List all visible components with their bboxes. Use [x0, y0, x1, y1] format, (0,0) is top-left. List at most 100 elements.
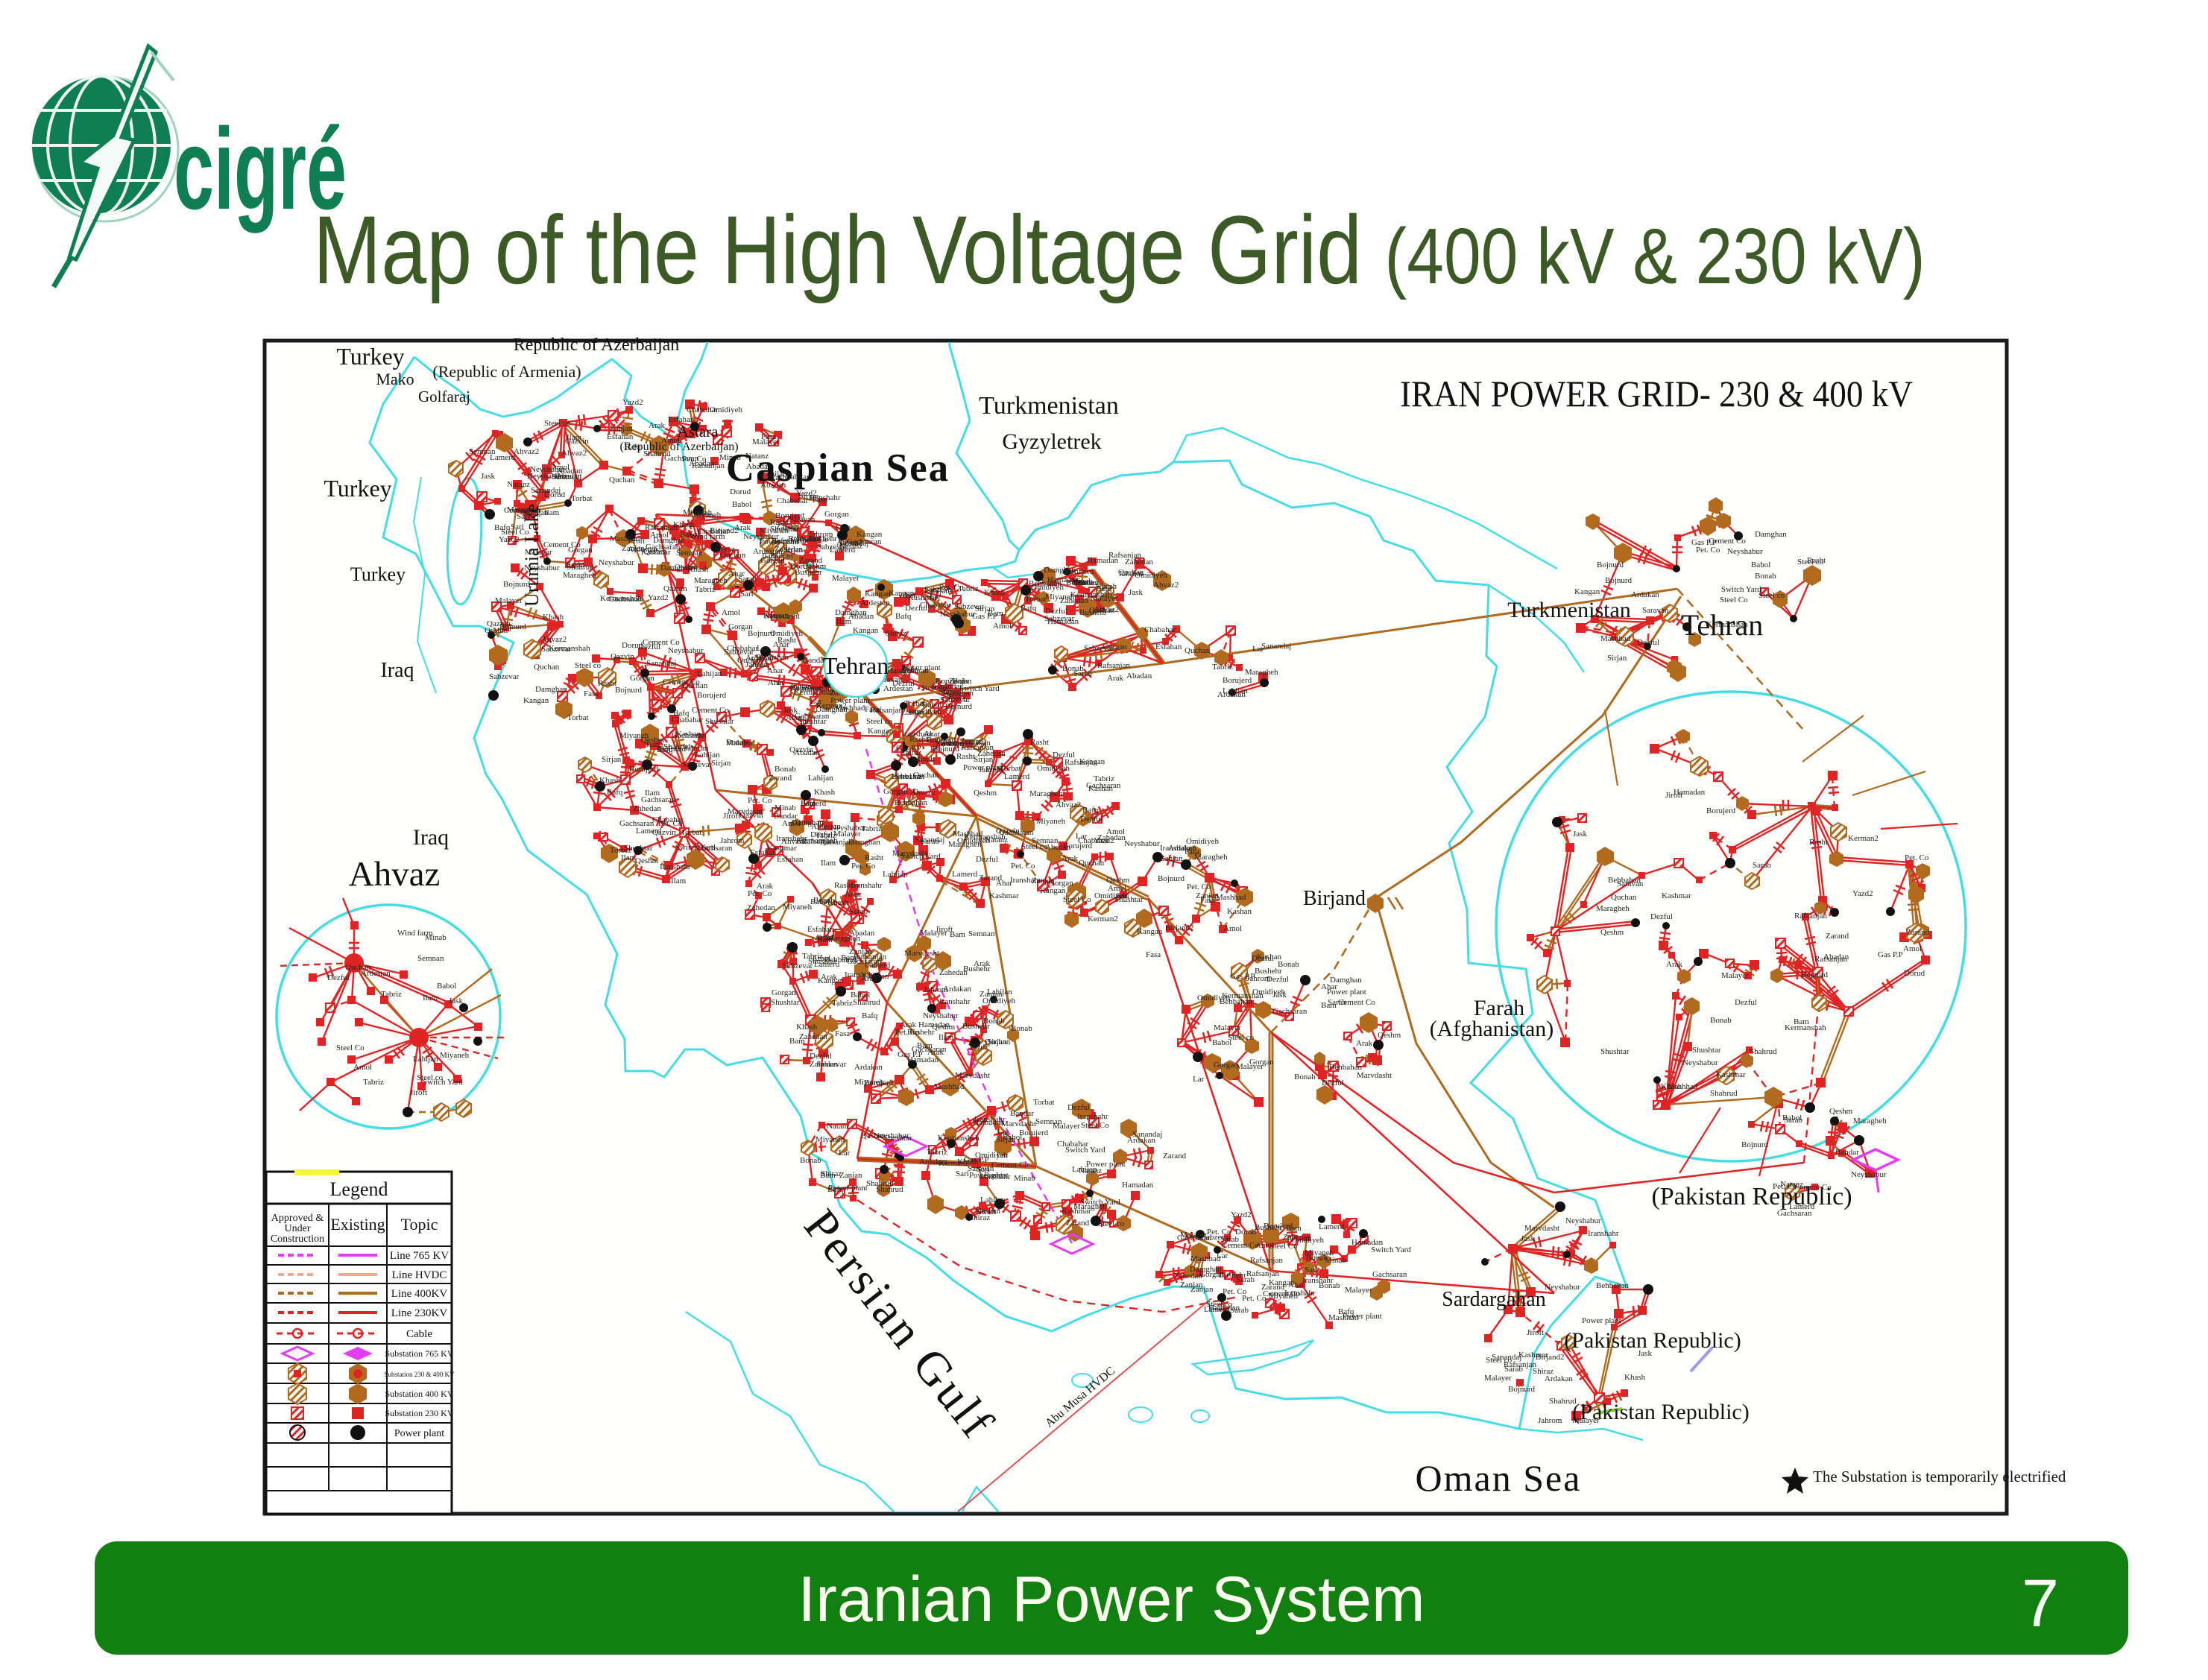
- svg-text:Bojnurd: Bojnurd: [499, 622, 527, 631]
- svg-text:Gachsaran: Gachsaran: [646, 543, 681, 552]
- svg-text:Pet. Co: Pet. Co: [1011, 862, 1035, 871]
- svg-text:Semnan: Semnan: [968, 929, 995, 938]
- svg-text:Ardakan: Ardakan: [919, 1158, 947, 1166]
- svg-text:Kashan: Kashan: [1088, 784, 1113, 793]
- svg-text:Quchan: Quchan: [609, 476, 635, 484]
- svg-text:Neyshabur: Neyshabur: [1727, 547, 1763, 556]
- svg-text:Borujerd: Borujerd: [1264, 1222, 1293, 1231]
- svg-text:Bonab: Bonab: [1011, 1024, 1032, 1033]
- svg-text:Behbahan: Behbahan: [1596, 1281, 1629, 1290]
- svg-text:Khash: Khash: [827, 898, 849, 907]
- svg-text:Caspian Sea: Caspian Sea: [726, 446, 950, 490]
- svg-text:Babol: Babol: [1212, 1038, 1231, 1047]
- svg-text:Ilam: Ilam: [423, 994, 438, 1002]
- svg-text:Fasa: Fasa: [1146, 950, 1161, 959]
- svg-text:Gorgan: Gorgan: [630, 674, 654, 683]
- svg-text:Pet. Co: Pet. Co: [1187, 882, 1211, 891]
- svg-text:Shushtar: Shushtar: [1692, 1046, 1721, 1055]
- svg-text:Ilam: Ilam: [621, 853, 637, 862]
- svg-text:Kashan: Kashan: [976, 1207, 1000, 1216]
- svg-text:Sardargahan: Sardargahan: [1442, 1288, 1545, 1311]
- svg-text:Bafq: Bafq: [607, 788, 623, 797]
- svg-text:Qeshm: Qeshm: [1829, 1107, 1853, 1116]
- svg-text:Sabzevar: Sabzevar: [783, 961, 813, 970]
- svg-text:Arak: Arak: [821, 973, 837, 982]
- svg-text:Gorgan: Gorgan: [568, 546, 593, 555]
- svg-text:Bojnurd: Bojnurd: [615, 686, 643, 695]
- svg-text:Jahrom: Jahrom: [1073, 578, 1097, 587]
- svg-text:Dezful: Dezful: [1735, 998, 1757, 1007]
- svg-text:Steel Co: Steel Co: [1081, 1121, 1109, 1130]
- svg-text:Abadan: Abadan: [1823, 953, 1849, 961]
- svg-text:(Pakistan Republic): (Pakistan Republic): [1564, 1328, 1741, 1353]
- svg-text:Natanz: Natanz: [985, 836, 1008, 844]
- svg-text:Gachsaran: Gachsaran: [608, 595, 643, 604]
- svg-text:Zanjan: Zanjan: [901, 708, 924, 717]
- svg-text:Minab: Minab: [425, 933, 447, 942]
- svg-text:Sari: Sari: [740, 590, 754, 599]
- svg-text:Amol: Amol: [722, 608, 740, 617]
- svg-text:Jask: Jask: [481, 472, 495, 481]
- svg-text:Kangan: Kangan: [763, 611, 789, 620]
- svg-text:Jahrom: Jahrom: [720, 836, 745, 845]
- svg-text:Arak: Arak: [649, 421, 665, 430]
- svg-text:Malayer: Malayer: [1214, 1023, 1241, 1032]
- svg-text:Ahar: Ahar: [924, 730, 940, 739]
- svg-text:Cement Co: Cement Co: [643, 638, 680, 647]
- svg-text:Astara: Astara: [678, 423, 719, 440]
- svg-text:Marvdasht: Marvdasht: [1524, 1224, 1559, 1233]
- svg-text:Pet. Co: Pet. Co: [851, 862, 876, 871]
- svg-text:Yazd2: Yazd2: [648, 593, 669, 602]
- svg-text:Gas P.P: Gas P.P: [972, 612, 997, 621]
- svg-text:Abadan: Abadan: [1126, 672, 1152, 680]
- svg-text:Semnan: Semnan: [417, 954, 444, 963]
- svg-text:Gas P.P: Gas P.P: [1878, 950, 1903, 959]
- svg-text:Kangan: Kangan: [1040, 886, 1066, 895]
- svg-text:IRAN POWER GRID- 230 & 400 kV: IRAN POWER GRID- 230 & 400 kV: [1400, 373, 1913, 414]
- svg-text:Lamerd: Lamerd: [1004, 772, 1030, 781]
- svg-text:Chabahar: Chabahar: [687, 405, 718, 414]
- svg-text:Sanandaj: Sanandaj: [1261, 642, 1291, 651]
- svg-text:Dezful: Dezful: [1067, 1103, 1090, 1112]
- svg-text:Neyshabur: Neyshabur: [1124, 839, 1160, 848]
- svg-text:Babol: Babol: [732, 500, 751, 509]
- svg-text:Esfahan: Esfahan: [1155, 642, 1182, 651]
- svg-text:Kermanshah: Kermanshah: [1222, 991, 1264, 1000]
- svg-text:Bojnurd: Bojnurd: [1605, 576, 1633, 585]
- svg-text:Omidiyeh: Omidiyeh: [975, 1151, 1008, 1160]
- svg-text:Bafq: Bafq: [1082, 806, 1099, 815]
- svg-text:Maragheh: Maragheh: [1596, 904, 1630, 913]
- svg-text:Neyshabur: Neyshabur: [1565, 1216, 1601, 1225]
- svg-text:Under: Under: [285, 1223, 311, 1234]
- svg-text:Malayer: Malayer: [1484, 1374, 1512, 1383]
- svg-text:Bandar: Bandar: [1010, 1109, 1034, 1118]
- svg-text:Fasa: Fasa: [865, 705, 880, 714]
- svg-text:Bonab: Bonab: [1319, 1281, 1340, 1290]
- svg-text:Miyaneh: Miyaneh: [816, 1135, 845, 1144]
- svg-text:Iranshahr: Iranshahr: [1588, 1229, 1619, 1238]
- svg-text:Zarand: Zarand: [769, 774, 792, 783]
- svg-text:Kerman2: Kerman2: [1848, 834, 1879, 843]
- svg-text:Qeshm: Qeshm: [974, 789, 997, 798]
- svg-text:Lahijan: Lahijan: [924, 587, 950, 596]
- svg-text:Chabahar: Chabahar: [672, 716, 703, 724]
- svg-text:Turkey: Turkey: [324, 475, 391, 502]
- svg-text:Babol: Babol: [1782, 1114, 1802, 1122]
- svg-text:Torbat: Torbat: [681, 828, 702, 837]
- svg-text:Lar: Lar: [1193, 1075, 1205, 1084]
- svg-text:Jask: Jask: [1129, 588, 1143, 597]
- svg-text:Ahvaz2: Ahvaz2: [561, 449, 587, 458]
- svg-text:Malayer: Malayer: [1345, 1286, 1372, 1295]
- svg-text:Shushtar: Shushtar: [1600, 1047, 1630, 1056]
- svg-text:Bojnurd: Bojnurd: [1741, 1140, 1769, 1149]
- svg-text:Ardestan: Ardestan: [860, 599, 890, 607]
- svg-text:Iranshahr: Iranshahr: [660, 862, 691, 871]
- svg-text:Ardakan: Ardakan: [1168, 844, 1196, 853]
- svg-text:Shahrud: Shahrud: [1750, 1047, 1777, 1056]
- svg-text:Sabzevar: Sabzevar: [954, 602, 985, 611]
- svg-text:(Afghanistan): (Afghanistan): [1430, 1017, 1554, 1041]
- svg-text:Gachsaran: Gachsaran: [1372, 1270, 1407, 1279]
- svg-text:Bushehr: Bushehr: [1255, 967, 1282, 976]
- svg-text:Ardakan: Ardakan: [962, 739, 991, 748]
- svg-text:Omidiyeh: Omidiyeh: [770, 629, 803, 638]
